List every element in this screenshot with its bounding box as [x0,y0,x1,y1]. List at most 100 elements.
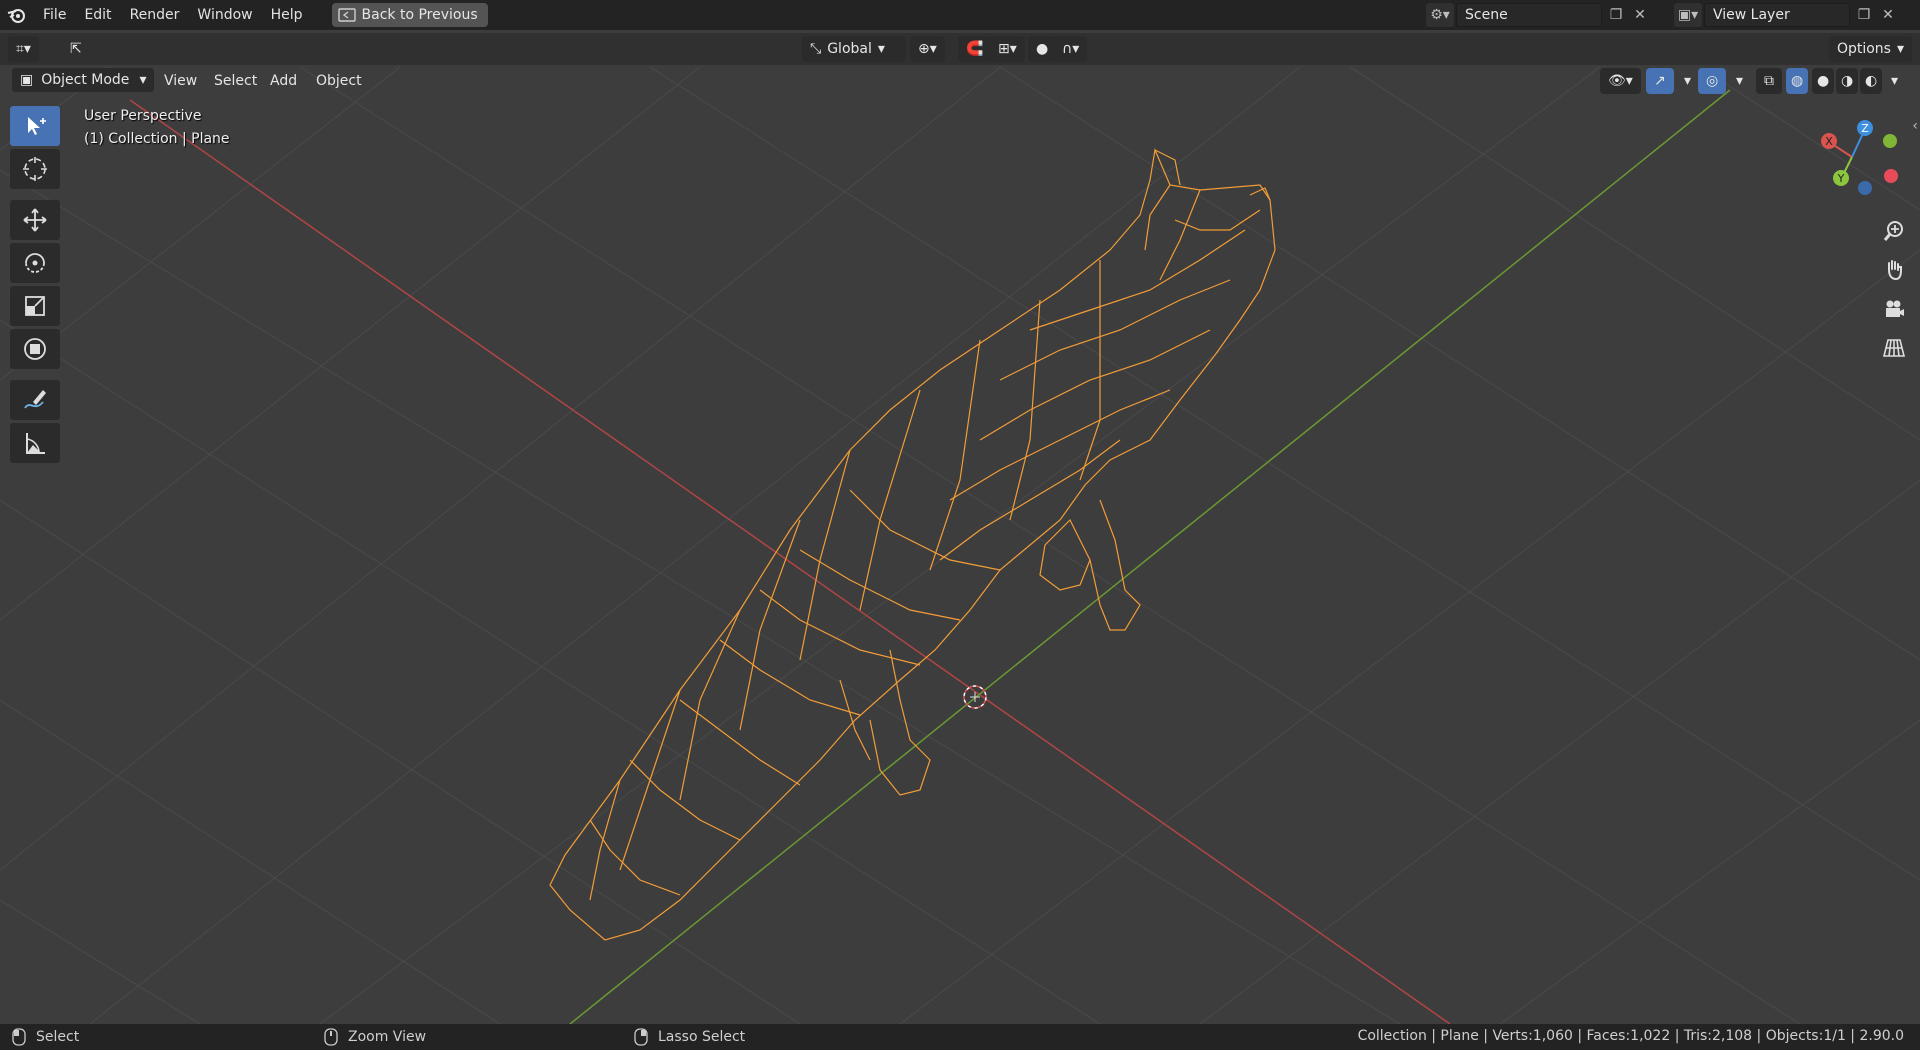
gizmo-x-label: X [1825,135,1833,148]
view-layer-name-field[interactable]: View Layer [1704,3,1850,27]
scene-browse-icon[interactable]: ⚙▾ [1426,3,1454,27]
navigation-gizmo[interactable]: Z X Y [1802,112,1902,202]
gizmo-toggle[interactable]: ↗ [1646,68,1674,94]
proportional-edit-toggle[interactable]: ● [1028,36,1057,62]
chevron-down-icon: ▾ [877,41,885,57]
scene-remove-icon[interactable]: ✕ [1630,3,1650,27]
viewport-canvas[interactable] [0,67,1920,1024]
perspective-label: User Perspective [84,108,202,124]
wireframe-shading-button[interactable]: ◍ [1786,68,1809,94]
sidebar-toggle-icon[interactable]: ‹ [1912,118,1918,134]
zoom-icon [1883,221,1903,241]
back-icon [337,8,356,22]
annotate-tool[interactable] [10,380,60,420]
top-menubar: File Edit Render Window Help Back to Pre… [0,0,1920,30]
move-tool[interactable] [10,200,60,240]
tool-shelf [10,106,62,466]
viewport-header: ▣ Object Mode ▾ View Select Add Object 👁… [0,66,1920,96]
menu-edit[interactable]: Edit [75,0,120,30]
viewport-menu-view[interactable]: View [156,68,205,94]
back-to-previous-button[interactable]: Back to Previous [331,3,488,27]
back-label: Back to Previous [361,7,478,23]
orientation-label: Global [827,41,872,57]
status-bar: Select Zoom View Lasso Select Collection… [0,1024,1920,1050]
tool-drag-icon[interactable]: ⇱ [62,36,90,62]
annotate-icon [24,390,46,409]
cursor-tool[interactable] [10,149,60,189]
status-zoom-label: Zoom View [348,1029,427,1045]
camera-icon [1886,300,1904,317]
gizmo-dropdown[interactable]: ▾ [1676,68,1699,94]
menu-file[interactable]: File [34,0,75,30]
viewport-menu-select[interactable]: Select [206,68,265,94]
view-layer-remove-icon[interactable]: ✕ [1878,3,1898,27]
object-mode-icon: ▣ [20,72,34,88]
viewport-menu-object[interactable]: Object [308,68,370,94]
scene-selector: ⚙▾ Scene ❐ ✕ [1426,3,1650,27]
gizmo-y-label: Y [1837,172,1845,185]
zoom-view-button[interactable] [1876,213,1912,249]
shading-dropdown[interactable]: ▾ [1886,68,1903,94]
overlays-toggle[interactable]: ◎ [1698,68,1727,94]
menu-help[interactable]: Help [262,0,312,30]
mouse-right-icon [634,1028,648,1046]
viewport-menu-add[interactable]: Add [262,68,305,94]
menu-window[interactable]: Window [188,0,261,30]
options-label: Options [1836,41,1891,57]
rotate-icon [25,253,45,273]
mode-selector-dropdown[interactable]: ▣ Object Mode ▾ [12,68,155,92]
pivot-point-dropdown[interactable]: ⊕▾ [910,36,945,62]
scene-name-field[interactable]: Scene [1456,3,1602,27]
orientation-icon: ⤡ [810,41,822,57]
transform-orientation-dropdown[interactable]: ⤡ Global ▾ [802,36,906,62]
mouse-left-icon [12,1028,26,1046]
rotate-tool[interactable] [10,243,60,283]
y-axis-line [569,89,1731,1024]
pan-view-button[interactable] [1876,252,1912,288]
collection-label: (1) Collection | Plane [84,131,230,147]
overlays-dropdown[interactable]: ▾ [1728,68,1751,94]
status-lasso-label: Lasso Select [658,1029,746,1045]
chevron-down-icon: ▾ [1896,41,1904,57]
status-select-label: Select [36,1029,80,1045]
transform-tool[interactable] [10,329,60,369]
camera-view-button[interactable] [1876,291,1912,327]
view-layer-new-icon[interactable]: ❐ [1850,3,1878,27]
status-zoom-view: Zoom View [324,1028,426,1046]
x-axis-line [129,99,1451,1024]
move-icon [23,208,47,232]
rendered-shading-button[interactable]: ◐ [1860,68,1883,94]
menu-render[interactable]: Render [121,0,189,30]
gizmo-neg-y-axis[interactable] [1883,134,1897,148]
solid-shading-button[interactable]: ● [1812,68,1835,94]
tool-settings-header: ⌗▾ ⇱ ⤡ Global ▾ ⊕▾ 🧲 ⊞▾ ● ∩▾ Options ▾ [0,33,1920,65]
3d-viewport[interactable] [0,67,1920,1024]
gizmo-neg-x-axis[interactable] [1884,169,1898,183]
snap-target-dropdown[interactable]: ⊞▾ [990,36,1025,62]
blender-logo-icon[interactable] [0,0,34,30]
editor-type-icon[interactable]: ⌗▾ [8,36,39,62]
material-shading-button[interactable]: ◑ [1836,68,1859,94]
status-lasso-select: Lasso Select [634,1028,745,1046]
chevron-down-icon: ▾ [139,72,147,88]
options-dropdown[interactable]: Options ▾ [1828,36,1912,62]
perspective-toggle-button[interactable] [1876,330,1912,366]
hand-icon [1888,260,1902,281]
falloff-dropdown[interactable]: ∩▾ [1054,36,1088,62]
mode-label: Object Mode [41,72,130,88]
scene-new-icon[interactable]: ❐ [1602,3,1630,27]
transform-icon [24,338,46,360]
scale-tool[interactable] [10,286,60,326]
scale-icon [25,296,45,316]
select-box-icon [28,117,46,135]
xray-toggle[interactable]: ⧉ [1756,68,1782,94]
measure-tool[interactable] [10,423,60,463]
status-select: Select [12,1028,79,1046]
grid-icon [1882,339,1906,357]
snap-toggle[interactable]: 🧲 [958,36,992,62]
mouse-middle-icon [324,1028,338,1046]
select-box-tool[interactable] [10,106,60,146]
gizmo-neg-z-axis[interactable] [1858,181,1872,195]
visibility-dropdown[interactable]: 👁▾ [1600,68,1641,94]
view-layer-browse-icon[interactable]: ▣▾ [1674,3,1702,27]
